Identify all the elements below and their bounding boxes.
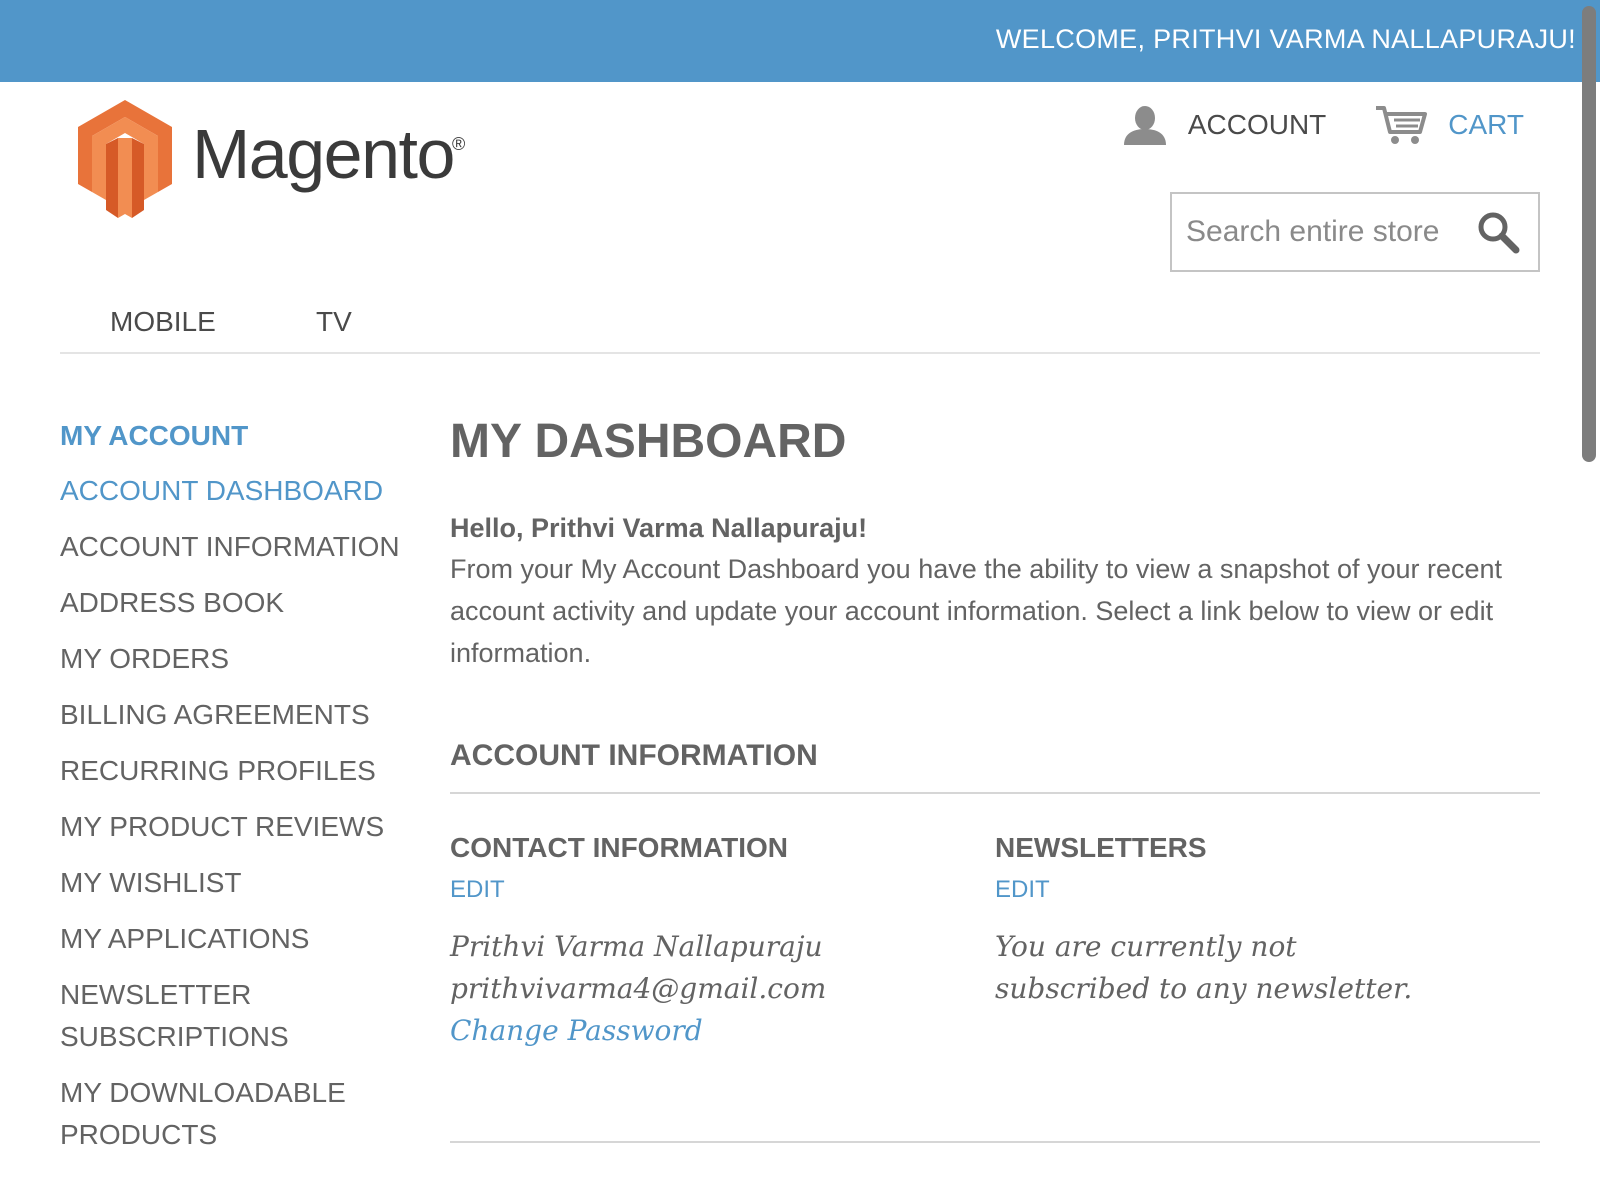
contact-name: Prithvi Varma Nallapuraju (450, 930, 823, 963)
welcome-message: WELCOME, PRITHVI VARMA NALLAPURAJU! (995, 24, 1576, 54)
sidebar-item-billing-agreements[interactable]: BILLING AGREEMENTS (60, 694, 420, 736)
account-info-columns: CONTACT INFORMATION EDIT Prithvi Varma N… (450, 828, 1540, 1052)
scrollbar[interactable] (1576, 0, 1600, 1200)
user-icon (1123, 106, 1166, 145)
account-information-heading: ACCOUNT INFORMATION (450, 736, 1540, 794)
newsletters-title: NEWSLETTERS (995, 832, 1207, 863)
nav-item-tv[interactable]: TV (316, 306, 352, 338)
account-label: ACCOUNT (1187, 109, 1327, 140)
cart-link[interactable]: CART (1374, 104, 1524, 146)
contact-edit-link[interactable]: EDIT (450, 872, 995, 908)
cart-label: CART (1448, 109, 1524, 140)
page-title: MY DASHBOARD (450, 415, 847, 468)
search-button[interactable] (1476, 210, 1520, 254)
contact-email: prithvivarma4@gmail.com (450, 972, 827, 1005)
sidebar-item-address-book[interactable]: ADDRESS BOOK (60, 582, 420, 624)
magento-logo[interactable]: Magento ® (78, 100, 478, 218)
search-form (1170, 192, 1540, 272)
logo-text: Magento (192, 115, 455, 193)
scrollbar-thumb[interactable] (1582, 6, 1596, 462)
magento-logo-icon (78, 100, 172, 218)
section-divider (450, 1141, 1540, 1143)
sidebar-item-account-information[interactable]: ACCOUNT INFORMATION (60, 526, 420, 568)
change-password-link[interactable]: Change Password (450, 1010, 995, 1052)
newsletters-box: NEWSLETTERS EDIT You are currently not s… (995, 828, 1540, 1052)
main-nav: MOBILE TV (60, 296, 1540, 354)
header-links: ACCOUNT CART (1122, 104, 1524, 146)
newsletter-status: You are currently not subscribed to any … (995, 930, 1413, 1005)
dashboard-content: MY DASHBOARD Hello, Prithvi Varma Nallap… (450, 410, 1540, 1052)
search-icon (1478, 212, 1520, 254)
nav-item-mobile[interactable]: MOBILE (110, 306, 216, 338)
sidebar-item-account-dashboard[interactable]: ACCOUNT DASHBOARD (60, 470, 420, 512)
account-link[interactable]: ACCOUNT (1122, 105, 1326, 145)
sidebar-item-newsletter-subscriptions[interactable]: NEWSLETTER SUBSCRIPTIONS (60, 974, 289, 1058)
dashboard-intro: From your My Account Dashboard you have … (450, 554, 1503, 668)
cart-icon (1376, 106, 1428, 144)
account-sidebar: MY ACCOUNT ACCOUNT DASHBOARD ACCOUNT INF… (60, 414, 420, 1170)
welcome-bar: WELCOME, PRITHVI VARMA NALLAPURAJU! (0, 0, 1600, 82)
sidebar-item-my-product-reviews[interactable]: MY PRODUCT REVIEWS (60, 806, 420, 848)
welcome-greeting: Hello, Prithvi Varma Nallapuraju! (450, 513, 868, 543)
logo-registered-mark: ® (452, 134, 466, 154)
contact-information-title: CONTACT INFORMATION (450, 832, 789, 863)
sidebar-item-my-orders[interactable]: MY ORDERS (60, 638, 420, 680)
contact-information-box: CONTACT INFORMATION EDIT Prithvi Varma N… (450, 828, 995, 1052)
contact-details: Prithvi Varma Nallapuraju prithvivarma4@… (450, 926, 995, 1052)
newsletters-edit-link[interactable]: EDIT (995, 872, 1540, 908)
sidebar-item-my-wishlist[interactable]: MY WISHLIST (60, 862, 420, 904)
sidebar-item-my-downloadable-products[interactable]: MY DOWNLOADABLE PRODUCTS (60, 1072, 360, 1156)
sidebar-title: MY ACCOUNT (60, 420, 249, 451)
sidebar-item-my-applications[interactable]: MY APPLICATIONS (60, 918, 420, 960)
sidebar-item-recurring-profiles[interactable]: RECURRING PROFILES (60, 750, 420, 792)
search-input[interactable] (1186, 212, 1476, 252)
